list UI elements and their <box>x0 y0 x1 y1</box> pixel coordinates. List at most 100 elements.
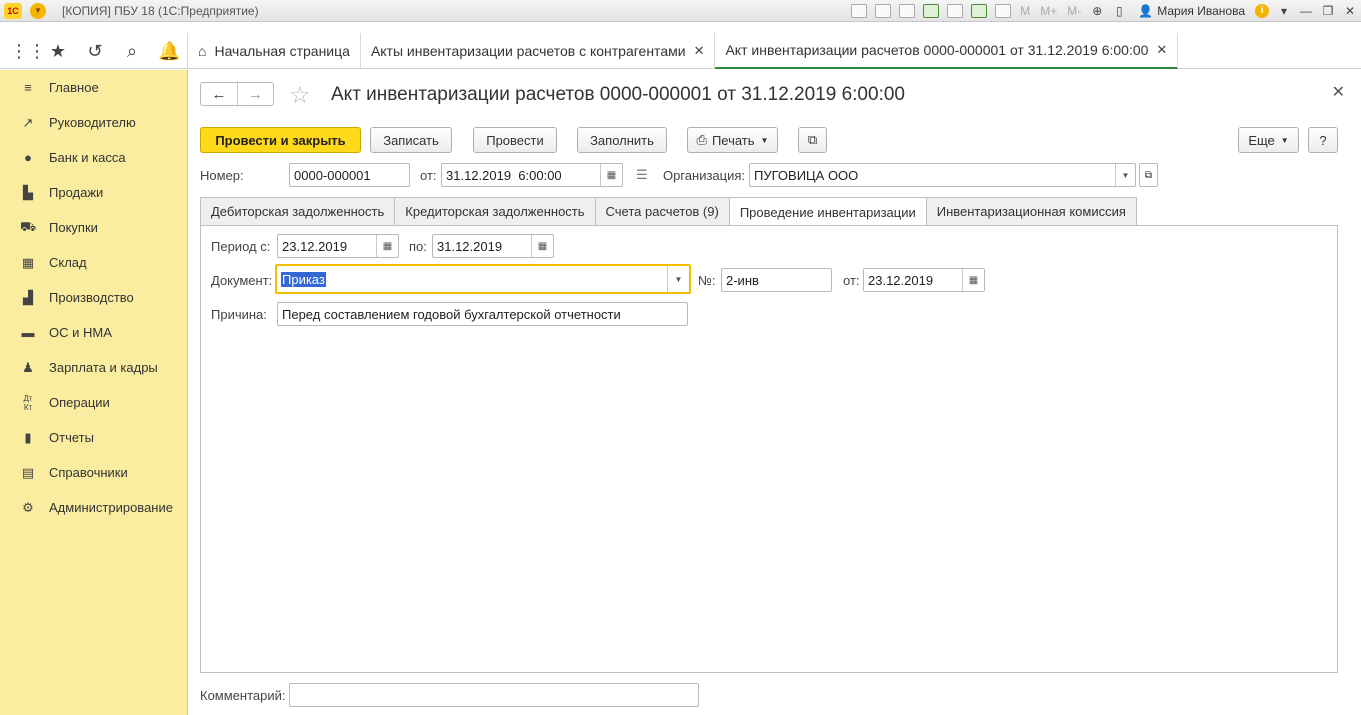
sidebar-item-reports[interactable]: ▮ Отчеты <box>0 420 187 455</box>
minimize-icon[interactable]: — <box>1295 4 1317 18</box>
document-field[interactable]: Приказ ▼ <box>275 264 691 294</box>
number-field[interactable]: 0000-000001 <box>289 163 410 187</box>
person-icon: ♟ <box>22 359 34 375</box>
doc-date-field[interactable]: 23.12.2019 ▦ <box>863 268 985 292</box>
calendar-icon[interactable]: ▦ <box>376 235 398 257</box>
sidebar: ≡ Главное ↗ Руководителю ● Банк и касса ▙ Пр… <box>0 70 188 715</box>
close-icon[interactable]: ✕ <box>694 43 705 59</box>
cart-sales-icon: ▙ <box>23 184 33 200</box>
reason-field[interactable]: Перед составлением годовой бухгалтерской… <box>277 302 688 326</box>
save-icon[interactable] <box>851 3 868 18</box>
more-button[interactable]: Еще ▼ <box>1238 127 1299 153</box>
post-button[interactable]: Провести <box>473 127 557 153</box>
sidebar-item-production[interactable]: ▟ Производство <box>0 280 187 315</box>
tab-payables[interactable]: Кредиторская задолженность <box>394 197 596 225</box>
organization-field[interactable]: ПУГОВИЦА ООО ▼ <box>749 163 1136 187</box>
favorites-icon[interactable]: ★ <box>47 41 69 62</box>
doc-date-value: 23.12.2019 <box>868 272 934 288</box>
print-button[interactable]: ⎙ Печать ▼ <box>687 127 778 153</box>
number-label: Номер: <box>200 168 244 183</box>
sidebar-item-label: Банк и касса <box>49 150 126 165</box>
favorite-star-icon[interactable]: ☆ <box>289 81 311 110</box>
tab-home[interactable]: ⌂ Начальная страница <box>188 33 361 69</box>
main-menu-icon[interactable]: ▼ <box>30 2 46 19</box>
sidebar-item-warehouse[interactable]: ▦ Склад <box>0 245 187 280</box>
close-icon[interactable]: ✕ <box>1332 82 1345 102</box>
search-icon[interactable]: ⌕ <box>121 41 143 62</box>
app-logo-icon: 1С <box>4 2 22 19</box>
user-menu[interactable]: 👤 Мария Иванова <box>1138 4 1245 18</box>
sidebar-item-label: Справочники <box>49 465 128 480</box>
open-organization-icon[interactable]: ⧉ <box>1139 163 1158 187</box>
link-icon[interactable] <box>923 3 940 18</box>
period-to-value: 31.12.2019 <box>437 238 503 254</box>
sidebar-item-operations[interactable]: Дт Кт Операции <box>0 385 187 420</box>
doc-number-value: 2-инв <box>726 272 759 288</box>
home-icon: ⌂ <box>198 43 207 59</box>
panels-icon[interactable]: ▯ <box>1108 4 1130 18</box>
calendar-icon[interactable]: ▦ <box>600 164 622 186</box>
history-icon[interactable]: ↺ <box>84 41 106 62</box>
back-arrow-icon[interactable]: ← <box>201 83 237 105</box>
all-sections-icon[interactable]: ⋮⋮ <box>10 41 46 62</box>
section-bar: ⋮⋮ ★ ↺ ⌕ 🔔 ⌂ Начальная страница Акты инв… <box>0 33 1361 69</box>
comment-field[interactable] <box>289 683 699 707</box>
period-from-field[interactable]: 23.12.2019 ▦ <box>277 234 399 258</box>
memory-button[interactable]: M <box>1020 4 1030 18</box>
fill-button[interactable]: Заполнить <box>577 127 667 153</box>
sidebar-item-catalogs[interactable]: ▤ Справочники <box>0 455 187 490</box>
sidebar-item-label: Операции <box>49 395 110 410</box>
preview-icon[interactable] <box>899 3 916 18</box>
post-and-close-button[interactable]: Провести и закрыть <box>200 127 361 153</box>
sidebar-item-label: Администрирование <box>49 500 173 515</box>
factory-icon: ▟ <box>23 289 33 305</box>
sidebar-item-salary[interactable]: ♟ Зарплата и кадры <box>0 350 187 385</box>
help-button[interactable]: ? <box>1308 127 1338 153</box>
form-tabs: Дебиторская задолженность Кредиторская з… <box>200 197 1137 226</box>
calendar-icon[interactable]: ▦ <box>962 269 984 291</box>
tab-acts-list[interactable]: Акты инвентаризации расчетов с контраген… <box>361 33 716 69</box>
keyboard-icon[interactable] <box>947 3 964 18</box>
sidebar-item-main[interactable]: ≡ Главное <box>0 70 187 105</box>
sidebar-item-sales[interactable]: ▙ Продажи <box>0 175 187 210</box>
app-title: [КОПИЯ] ПБУ 18 (1С:Предприятие) <box>62 3 259 18</box>
comment-label: Комментарий: <box>200 688 286 703</box>
window-close-icon[interactable]: ✕ <box>1339 4 1361 18</box>
calendar-icon[interactable]: ▦ <box>531 235 553 257</box>
tab-act-document[interactable]: Акт инвентаризации расчетов 0000-000001 … <box>715 33 1179 69</box>
period-to-field[interactable]: 31.12.2019 ▦ <box>432 234 554 258</box>
save-button[interactable]: Записать <box>370 127 452 153</box>
memory-subtract-button[interactable]: M- <box>1067 4 1081 18</box>
structure-button[interactable]: ⧉ <box>798 127 827 153</box>
sidebar-item-manager[interactable]: ↗ Руководителю <box>0 105 187 140</box>
tab-inventory-conduct[interactable]: Проведение инвентаризации <box>728 197 927 226</box>
notifications-icon[interactable]: 🔔 <box>158 41 180 62</box>
organization-label: Организация: <box>663 168 746 183</box>
close-icon[interactable]: ✕ <box>1156 42 1167 58</box>
doc-number-field[interactable]: 2-инв <box>721 268 832 292</box>
zoom-icon[interactable]: ⊕ <box>1086 4 1108 18</box>
comment-list-icon[interactable]: ☰ <box>636 167 648 183</box>
sidebar-item-bank[interactable]: ● Банк и касса <box>0 140 187 175</box>
info-icon[interactable]: i <box>1255 3 1269 18</box>
sidebar-item-label: Отчеты <box>49 430 94 445</box>
calculator-icon[interactable] <box>971 3 988 18</box>
chevron-down-icon[interactable]: ▼ <box>1115 164 1135 186</box>
forward-arrow-icon[interactable]: → <box>237 83 273 105</box>
date-field[interactable]: 31.12.2019 6:00:00 ▦ <box>441 163 623 187</box>
sidebar-item-assets[interactable]: ▬ ОС и НМА <box>0 315 187 350</box>
dropdown-icon[interactable]: ▾ <box>1273 4 1295 18</box>
chevron-down-icon[interactable]: ▼ <box>667 266 689 292</box>
sidebar-item-admin[interactable]: ⚙ Администрирование <box>0 490 187 525</box>
dt-kt-icon: Дт Кт <box>23 393 33 412</box>
tab-commission[interactable]: Инвентаризационная комиссия <box>925 197 1137 225</box>
tab-receivables[interactable]: Дебиторская задолженность <box>200 197 396 225</box>
sidebar-item-label: Покупки <box>49 220 98 235</box>
restore-icon[interactable]: ❐ <box>1317 4 1339 18</box>
memory-add-button[interactable]: M+ <box>1040 4 1057 18</box>
sidebar-item-purchases[interactable]: ⛟ Покупки <box>0 210 187 245</box>
calendar-icon[interactable] <box>995 3 1012 18</box>
cart-icon: ⛟ <box>20 218 37 234</box>
tab-accounts[interactable]: Счета расчетов (9) <box>594 197 730 225</box>
print-icon[interactable] <box>875 3 892 18</box>
